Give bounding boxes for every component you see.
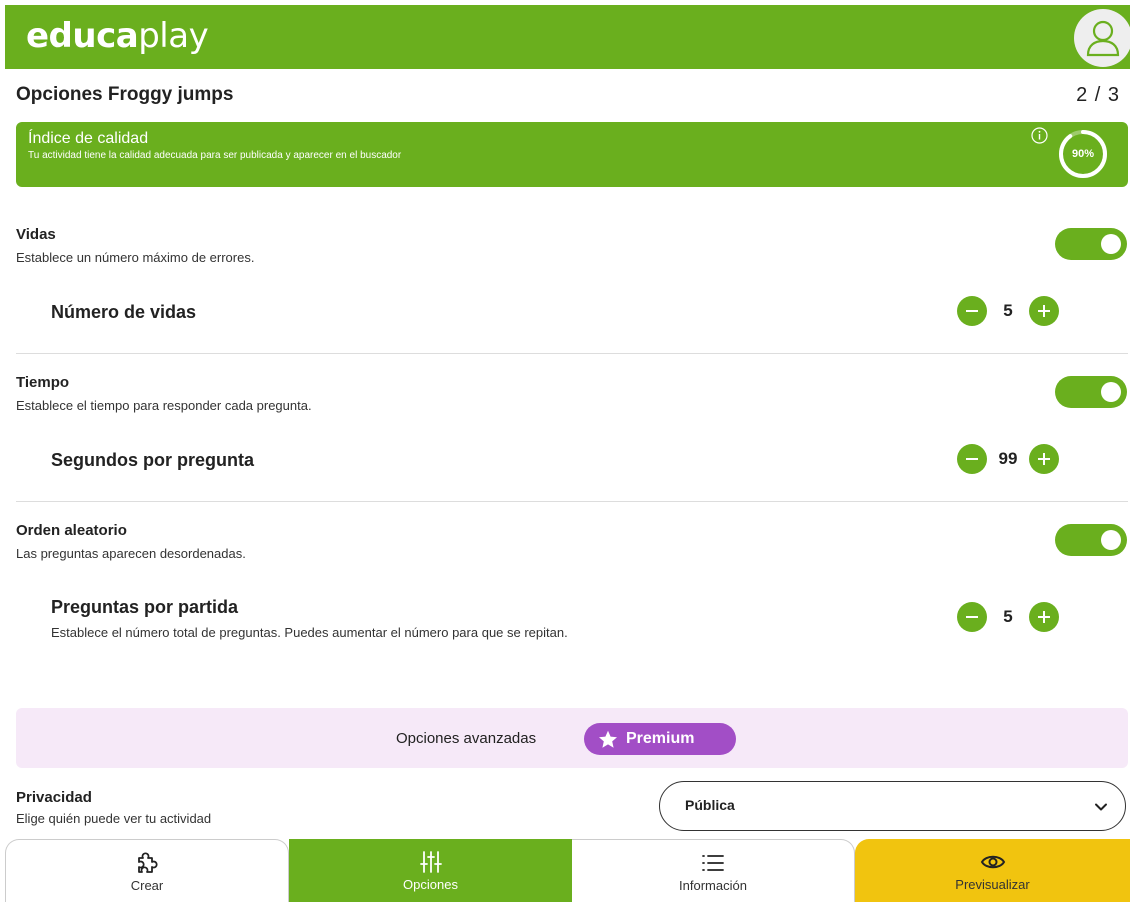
divider bbox=[16, 353, 1128, 354]
star-icon bbox=[599, 730, 617, 748]
nav-informacion[interactable]: Información bbox=[572, 839, 855, 902]
toggle-knob bbox=[1101, 382, 1121, 402]
bottom-navigation: Crear Opciones Información Previsualizar bbox=[5, 839, 1130, 902]
option-title-orden-aleatorio: Orden aleatorio bbox=[16, 522, 127, 539]
list-icon bbox=[702, 854, 724, 871]
quality-description: Tu actividad tiene la calidad adecuada p… bbox=[28, 150, 402, 161]
increment-button[interactable] bbox=[1029, 296, 1059, 326]
user-avatar-button[interactable] bbox=[1074, 9, 1130, 67]
option-title-tiempo: Tiempo bbox=[16, 374, 70, 391]
top-bar: educaplay bbox=[5, 5, 1130, 69]
sub-option-title-numero-vidas: Número de vidas bbox=[51, 302, 197, 322]
nav-informacion-label: Información bbox=[679, 877, 747, 893]
page-header: Opciones Froggy jumps 2 / 3 bbox=[16, 84, 1120, 108]
decrement-button[interactable] bbox=[957, 444, 987, 474]
toggle-orden-aleatorio[interactable] bbox=[1055, 524, 1127, 556]
sub-option-title-preguntas: Preguntas por partida bbox=[51, 597, 239, 617]
stepper-preguntas: 5 bbox=[957, 602, 1059, 632]
stepper-value: 99 bbox=[998, 449, 1018, 468]
nav-crear-label: Crear bbox=[130, 877, 164, 893]
nav-opciones[interactable]: Opciones bbox=[289, 839, 572, 902]
option-description-vidas: Establece un número máximo de errores. bbox=[16, 250, 255, 265]
page-title: Opciones Froggy jumps bbox=[16, 84, 234, 105]
quality-value: 90% bbox=[1071, 148, 1095, 160]
toggle-knob bbox=[1101, 530, 1121, 550]
puzzle-icon bbox=[138, 852, 158, 873]
advanced-options-label: Opciones avanzadas bbox=[396, 730, 537, 747]
step-indicator: 2 / 3 bbox=[1076, 84, 1120, 106]
advanced-options-bar[interactable]: Opciones avanzadas Premium bbox=[16, 708, 1128, 768]
privacy-description: Elige quién puede ver tu actividad bbox=[16, 811, 212, 826]
info-icon[interactable] bbox=[1031, 127, 1048, 144]
stepper-value: 5 bbox=[1003, 607, 1013, 626]
privacy-select[interactable]: Pública bbox=[659, 781, 1126, 831]
increment-button[interactable] bbox=[1029, 444, 1059, 474]
toggle-tiempo[interactable] bbox=[1055, 376, 1127, 408]
user-icon bbox=[1086, 20, 1120, 57]
minus-icon bbox=[966, 616, 978, 618]
premium-label: Premium bbox=[626, 730, 695, 747]
option-description-orden-aleatorio: Las preguntas aparecen desordenadas. bbox=[16, 546, 246, 561]
option-title-vidas: Vidas bbox=[16, 226, 56, 243]
quality-title: Índice de calidad bbox=[28, 130, 149, 147]
nav-previsualizar[interactable]: Previsualizar bbox=[855, 839, 1130, 902]
premium-badge[interactable]: Premium bbox=[584, 723, 736, 755]
stepper-numero-vidas: 5 bbox=[957, 296, 1059, 326]
eye-icon bbox=[980, 855, 1005, 869]
divider bbox=[16, 501, 1128, 502]
toggle-knob bbox=[1101, 234, 1121, 254]
sub-option-title-segundos: Segundos por pregunta bbox=[51, 450, 255, 470]
minus-icon bbox=[966, 458, 978, 460]
nav-crear[interactable]: Crear bbox=[5, 839, 289, 902]
sub-option-description-preguntas: Establece el número total de preguntas. … bbox=[51, 625, 568, 640]
plus-icon bbox=[1038, 453, 1050, 465]
privacy-selected-value: Pública bbox=[685, 797, 735, 813]
quality-index-banner: Índice de calidad Tu actividad tiene la … bbox=[16, 122, 1128, 187]
stepper-segundos: 99 bbox=[957, 444, 1059, 474]
plus-icon bbox=[1038, 611, 1050, 623]
decrement-button[interactable] bbox=[957, 602, 987, 632]
minus-icon bbox=[966, 310, 978, 312]
sliders-icon bbox=[419, 851, 442, 873]
increment-button[interactable] bbox=[1029, 602, 1059, 632]
nav-previsualizar-label: Previsualizar bbox=[955, 877, 1030, 892]
plus-icon bbox=[1038, 305, 1050, 317]
toggle-vidas[interactable] bbox=[1055, 228, 1127, 260]
stepper-value: 5 bbox=[1003, 301, 1013, 320]
nav-opciones-label: Opciones bbox=[403, 877, 458, 892]
privacy-title: Privacidad bbox=[16, 789, 92, 806]
educaplay-logo[interactable]: educaplay bbox=[26, 16, 209, 56]
option-description-tiempo: Establece el tiempo para responder cada … bbox=[16, 398, 312, 413]
chevron-down-icon bbox=[1095, 803, 1107, 811]
decrement-button[interactable] bbox=[957, 296, 987, 326]
